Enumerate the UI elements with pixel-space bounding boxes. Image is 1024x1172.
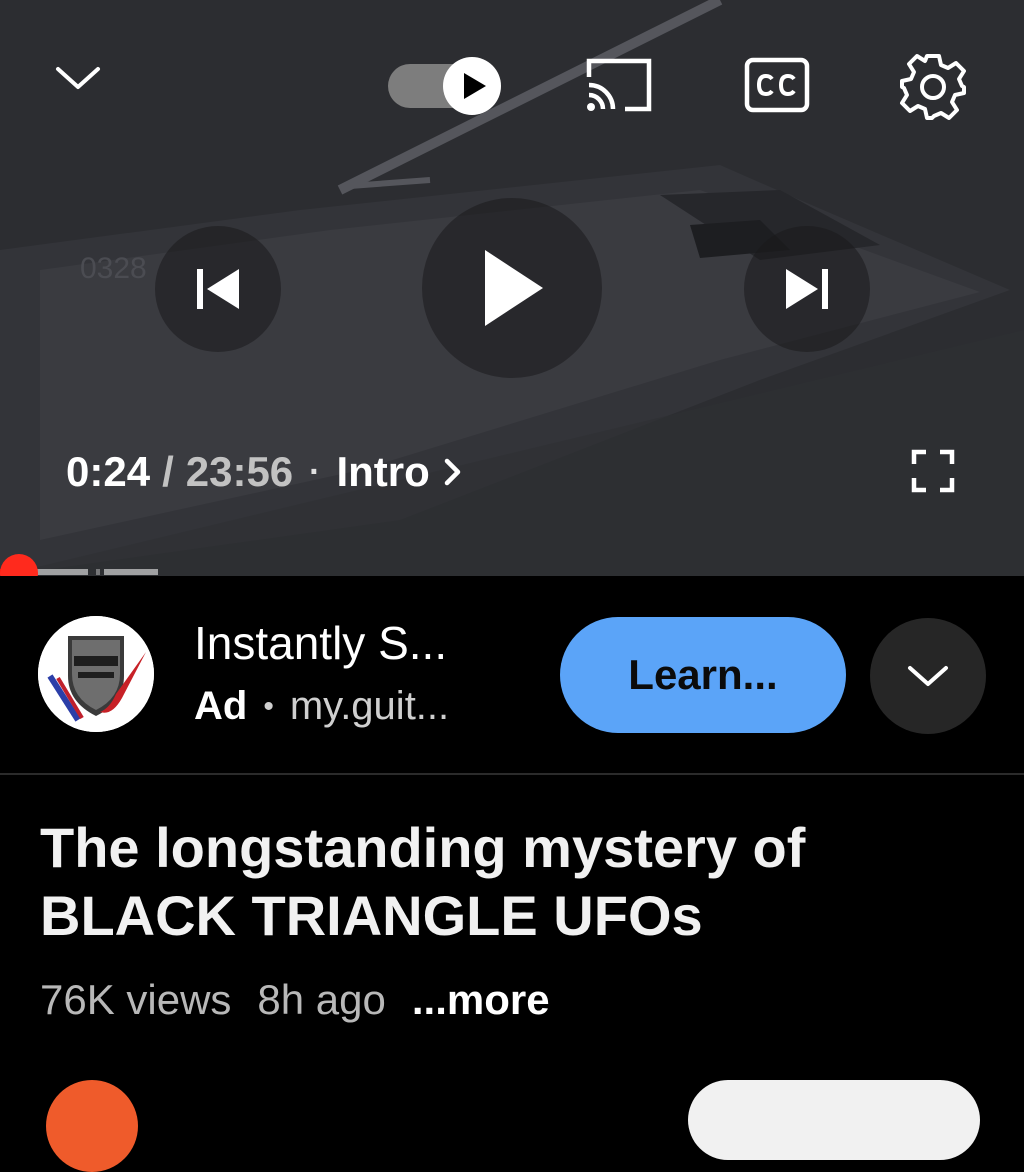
chapter-segment	[104, 569, 158, 575]
channel-avatar[interactable]	[46, 1080, 138, 1172]
ad-subtitle: Ad • my.guit...	[194, 684, 449, 729]
guitar-logo-icon	[38, 616, 154, 732]
skip-next-icon	[786, 269, 828, 309]
time-display: 0:24 / 23:56 · Intro	[66, 444, 462, 500]
view-count: 76K views	[40, 976, 232, 1023]
ad-badge: Ad	[194, 684, 248, 728]
chevron-down-icon	[908, 666, 948, 686]
next-button[interactable]	[744, 226, 870, 352]
duration: 23:56	[185, 448, 294, 495]
previous-button[interactable]	[155, 226, 281, 352]
chapter-label: Intro	[336, 448, 430, 495]
cast-button[interactable]	[578, 50, 660, 120]
time-separator: /	[162, 448, 174, 495]
fullscreen-icon	[911, 449, 955, 493]
autoplay-toggle[interactable]	[386, 56, 506, 116]
ad-banner[interactable]: Instantly S... Ad • my.guit... Learn...	[0, 576, 1024, 774]
cast-icon	[586, 58, 652, 112]
chevron-right-icon	[444, 457, 462, 487]
collapse-button[interactable]	[48, 50, 108, 106]
chapter-gap	[96, 569, 100, 575]
play-button[interactable]	[422, 198, 602, 378]
autoplay-toggle-icon	[388, 57, 501, 115]
skip-previous-icon	[197, 269, 239, 309]
gear-icon	[900, 54, 966, 120]
chapter-separator: ·	[309, 452, 321, 491]
upload-age: 8h ago	[257, 976, 386, 1023]
ad-domain: my.guit...	[289, 684, 450, 728]
chapter-link[interactable]: Intro	[336, 448, 461, 496]
learn-more-button[interactable]: Learn...	[560, 617, 846, 733]
ad-expand-button[interactable]	[870, 618, 986, 734]
divider	[0, 773, 1024, 775]
fullscreen-button[interactable]	[904, 442, 962, 500]
more-link[interactable]: ...more	[412, 976, 550, 1024]
play-icon	[485, 250, 543, 326]
ad-title: Instantly S...	[194, 617, 448, 669]
settings-button[interactable]	[894, 48, 972, 126]
current-time: 0:24	[66, 448, 151, 495]
ad-separator: •	[263, 689, 274, 723]
subscribe-button[interactable]	[688, 1080, 980, 1160]
captions-button[interactable]	[740, 52, 814, 118]
chevron-down-icon	[56, 67, 100, 89]
video-title[interactable]: The longstanding mystery of BLACK TRIANG…	[40, 814, 980, 950]
closed-captions-icon	[744, 57, 810, 113]
video-player[interactable]: 0328 0:24 / 23:56 · Intro	[0, 0, 1024, 576]
video-metadata[interactable]: 76K views 8h ago ...more	[40, 976, 550, 1024]
svg-text:0328: 0328	[80, 252, 147, 285]
advertiser-logo	[38, 616, 154, 732]
